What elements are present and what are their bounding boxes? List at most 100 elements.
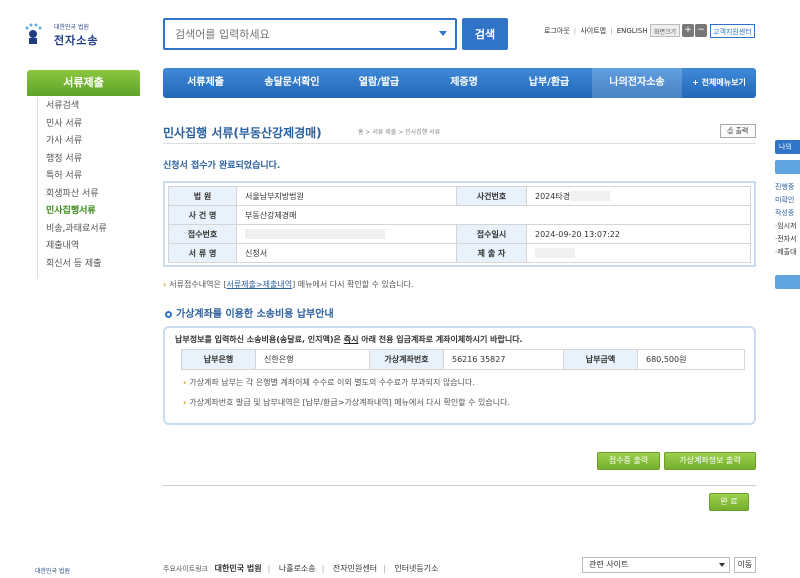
amount-value: 680,500원 [637, 349, 745, 370]
account-label: 가상계좌번호 [369, 349, 444, 370]
search-box[interactable] [163, 18, 457, 50]
note-text: 서류접수내역은 [ [169, 280, 227, 289]
case-name-value: 부동산강제경매 [236, 205, 751, 225]
masked-value [245, 229, 385, 239]
masked-value [570, 191, 611, 201]
nav-doc-submit[interactable]: 서류제출 [163, 68, 248, 98]
case-name-label: 사 건 명 [168, 205, 237, 225]
account-value: 56216 35827 [443, 349, 564, 370]
case-no-label: 사건번호 [456, 186, 527, 206]
bullet-arrow-icon: › [183, 398, 187, 407]
right-sidebar-item[interactable]: 진행중 [775, 182, 794, 192]
bank-label: 납부은행 [181, 349, 256, 370]
case-no-value: 2024타경 [535, 191, 571, 201]
receipt-date-value: 2024-09-20 13:07:22 [526, 224, 751, 244]
left-menu-item-bankruptcy[interactable]: 회생파산 서류 [38, 186, 140, 204]
right-sidebar-item[interactable]: ·임시저 [775, 221, 797, 231]
helpdesk-button[interactable]: 고객지원센터 [710, 24, 755, 38]
masked-value [535, 248, 575, 258]
right-sidebar-tab[interactable] [775, 160, 800, 174]
site-logo[interactable]: 대한민국 법원 전자소송 [22, 20, 112, 50]
move-button[interactable]: 이동 [734, 557, 756, 573]
receipt-date-label: 접수일시 [456, 224, 527, 244]
related-sites-label: 관련 사이트 [589, 560, 629, 569]
nav-certificate[interactable]: 제증명 [422, 68, 506, 98]
footer-link-registry[interactable]: 인터넷등기소 [394, 564, 438, 573]
left-menu-item-doc-search[interactable]: 서류검색 [38, 98, 140, 116]
chevron-down-icon [719, 563, 725, 567]
related-sites-select[interactable]: 관련 사이트 [582, 557, 730, 573]
printer-icon: ⎙ [727, 127, 734, 135]
logo-title: 전자소송 [54, 34, 99, 47]
left-menu-item-reply-submit[interactable]: 회신서 등 제출 [38, 256, 140, 274]
print-label: 출력 [735, 127, 749, 135]
search-button[interactable]: 검색 [462, 18, 508, 50]
print-button[interactable]: ⎙ 출력 [720, 124, 756, 138]
right-sidebar-tab[interactable]: 나의 [775, 140, 800, 154]
right-sidebar-item[interactable]: ·전자서 [775, 234, 797, 244]
submitter-value [526, 243, 751, 263]
account-heading-text: 가상계좌를 이용한 소송비용 납부안내 [176, 309, 334, 320]
note-text: ] 메뉴에서 다시 확인할 수 있습니다. [292, 280, 414, 289]
amount-label: 납부금액 [563, 349, 638, 370]
footer-link-self-litigation[interactable]: 나홀로소송 [279, 564, 316, 573]
section-bullet-icon [165, 310, 172, 318]
right-sidebar-item[interactable]: ·제출대 [775, 247, 797, 257]
left-menu-item-noncontentious[interactable]: 비송,과태료서류 [38, 221, 140, 239]
receipt-print-button[interactable]: 접수증 출력 [597, 452, 660, 470]
bank-value: 신한은행 [255, 349, 370, 370]
account-print-button[interactable]: 가상계좌정보 출력 [664, 452, 756, 470]
virtual-account-box: 납부정보를 입력하신 소송비용(송달료, 인지액)은 즉시 아래 전용 입금계좌… [163, 326, 756, 425]
footer-link-court[interactable]: 대한민국 법원 [215, 564, 262, 573]
search-dropdown-icon[interactable] [439, 31, 447, 36]
breadcrumb: 홈 > 서류 제출 > 민사집행 서류 [358, 129, 441, 136]
nav-view-issue[interactable]: 열람/발급 [336, 68, 422, 98]
left-menu-item-civil[interactable]: 민사 서류 [38, 116, 140, 134]
doc-name-label: 서 류 명 [168, 243, 237, 263]
footer-link-civil-petition[interactable]: 전자민원센터 [333, 564, 377, 573]
left-menu-item-civil-execution[interactable]: 민사집행서류 [38, 203, 140, 221]
left-menu-item-patent[interactable]: 특허 서류 [38, 168, 140, 186]
receipt-no-label: 접수번호 [168, 224, 237, 244]
sitemap-link[interactable]: 사이트맵 [580, 27, 606, 35]
submission-note: › 서류접수내역은 [서류제출>제출내역] 메뉴에서 다시 확인할 수 있습니다. [163, 279, 414, 290]
zoom-out-button[interactable]: − [695, 24, 707, 37]
right-sidebar-item[interactable]: 작성중 [775, 208, 794, 218]
nav-my-ecourt[interactable]: 나의전자소송 [592, 68, 682, 98]
nav-all-menu[interactable]: + 전체메뉴보기 [682, 68, 756, 98]
footer-links-label: 주요사이트링크 [163, 565, 209, 573]
case-no-cell: 2024타경 [526, 186, 751, 206]
receipt-no-value [236, 224, 457, 244]
account-note-fee: › 가상계좌 납부는 각 은행별 계좌이체 수수료 이외 별도의 수수료가 부과되… [183, 377, 744, 388]
logo-emblem-icon [25, 23, 42, 44]
complete-message: 신청서 접수가 완료되었습니다. [163, 161, 281, 171]
receipt-info-table: 법 원 서울남부지방법원 사건번호 2024타경 사 건 명 부동산강제경매 접… [163, 181, 756, 267]
left-menu-item-admin[interactable]: 행정 서류 [38, 151, 140, 169]
doc-name-value: 신청서 [236, 243, 457, 263]
english-link[interactable]: ENGLISH [617, 27, 648, 35]
logout-link[interactable]: 로그아웃 [544, 27, 570, 35]
right-sidebar-tab[interactable] [775, 275, 800, 289]
zoom-in-button[interactable]: + [682, 24, 694, 37]
left-menu-item-submission-history[interactable]: 제출내역 [38, 238, 140, 256]
page-title: 민사집행 서류(부동산강제경매) [163, 126, 322, 140]
account-section-heading: 가상계좌를 이용한 소송비용 납부안내 [165, 305, 334, 320]
right-sidebar-item[interactable]: 미확인 [775, 195, 794, 205]
done-button[interactable]: 완 료 [709, 493, 749, 511]
bullet-arrow-icon: › [163, 280, 167, 289]
note-text: 가상계좌번호 발급 및 납부내역은 [납부/환급>가상계좌내역] 메뉴에서 다시… [189, 398, 511, 407]
footer-logo: 대한민국 법원 [35, 568, 71, 575]
left-menu-item-family[interactable]: 가사 서류 [38, 133, 140, 151]
submission-history-link[interactable]: 서류제출>제출내역 [226, 280, 292, 289]
note-text: 가상계좌 납부는 각 은행별 계좌이체 수수료 이외 별도의 수수료가 부과되지… [189, 378, 475, 387]
lead-text: 아래 전용 입금계좌로 계좌이체하시기 바랍니다. [358, 335, 523, 344]
search-input[interactable] [165, 20, 415, 48]
lead-emphasis: 즉시 [343, 335, 359, 344]
lead-text: 납부정보를 입력하신 소송비용(송달료, 인지액)은 [175, 335, 344, 344]
nav-service-check[interactable]: 송달문서확인 [248, 68, 336, 98]
left-menu-title[interactable]: 서류제출 [27, 70, 140, 96]
nav-payment-refund[interactable]: 납부/환급 [506, 68, 592, 98]
left-menu: 서류검색 민사 서류 가사 서류 행정 서류 특허 서류 회생파산 서류 민사집… [37, 98, 140, 278]
account-table: 납부은행 신한은행 가상계좌번호 56216 35827 납부금액 680,50… [181, 349, 745, 370]
account-lead: 납부정보를 입력하신 소송비용(송달료, 인지액)은 즉시 아래 전용 입금계좌… [175, 334, 744, 345]
